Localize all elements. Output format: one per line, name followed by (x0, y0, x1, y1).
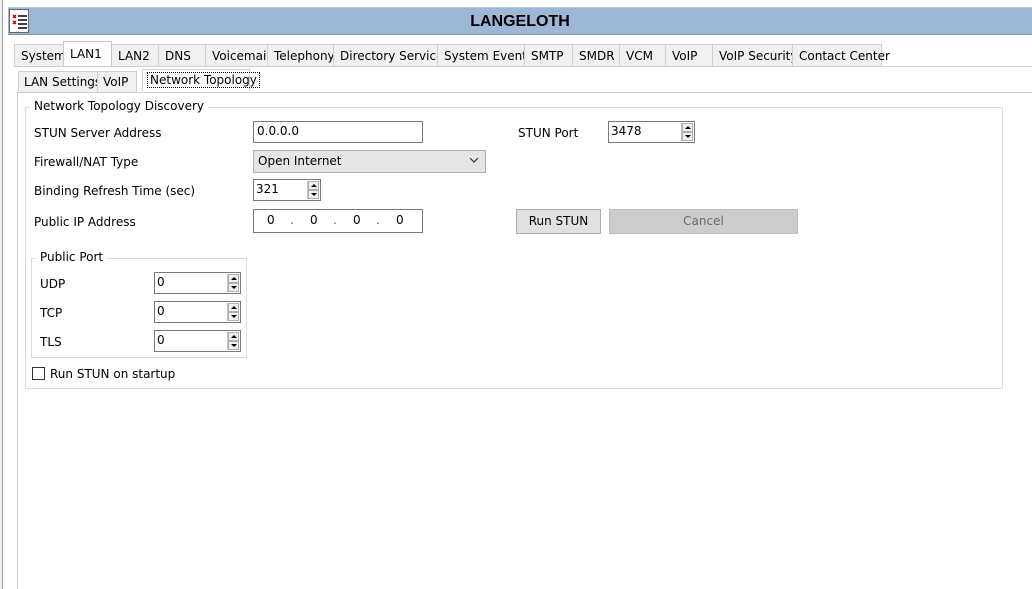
binding-refresh-label: Binding Refresh Time (sec) (34, 184, 196, 198)
tab-smtp[interactable]: SMTP (524, 44, 573, 66)
stun-server-label: STUN Server Address (34, 126, 162, 140)
subtab-lan-settings[interactable]: LAN Settings (18, 71, 101, 92)
udp-port-arrows (227, 274, 239, 292)
firewall-nat-select[interactable]: Open Internet (253, 150, 486, 173)
tab-telephony[interactable]: Telephony (267, 44, 335, 66)
chevron-down-icon (469, 157, 479, 163)
binding-refresh-stepper[interactable]: 321 (253, 179, 321, 201)
tab-smdr[interactable]: SMDR (572, 44, 620, 66)
public-port-legend: Public Port (36, 250, 108, 264)
binding-refresh-down-icon[interactable] (308, 190, 319, 199)
tab-dns[interactable]: DNS (158, 44, 206, 66)
ip-separator: . (376, 213, 380, 227)
subtab-network-topology-label: Network Topology (147, 72, 260, 88)
sub-tab-bar: LAN Settings VoIP Network Topology (18, 69, 260, 93)
tcp-port-arrows (227, 303, 239, 321)
sub-tab-divider (17, 92, 1032, 93)
firewall-nat-value: Open Internet (258, 154, 342, 168)
stun-port-down-icon[interactable] (682, 132, 693, 141)
tls-port-stepper[interactable]: 0 (154, 330, 241, 352)
binding-refresh-value: 321 (256, 182, 279, 196)
cancel-button[interactable]: Cancel (609, 209, 798, 234)
tab-contact-center[interactable]: Contact Center (792, 44, 890, 66)
window-left-border (2, 0, 3, 589)
tab-lan2[interactable]: LAN2 (111, 44, 159, 66)
stun-port-label: STUN Port (518, 126, 579, 140)
ip-octet-1[interactable]: 0 (267, 213, 275, 227)
tls-port-up-icon[interactable] (228, 332, 239, 341)
udp-port-down-icon[interactable] (228, 283, 239, 292)
tls-port-arrows (227, 332, 239, 350)
run-stun-startup-checkbox[interactable] (32, 367, 45, 380)
binding-refresh-arrows (307, 181, 319, 199)
stun-port-value: 3478 (611, 124, 642, 138)
group-legend: Network Topology Discovery (30, 99, 209, 113)
public-ip-label: Public IP Address (34, 215, 136, 229)
tcp-port-value: 0 (157, 304, 165, 318)
tab-system[interactable]: System (14, 44, 66, 66)
stun-server-input[interactable]: 0.0.0.0 (253, 121, 423, 143)
main-tab-bar: System LAN1 LAN2 DNS Voicemail Telephony… (14, 41, 890, 66)
udp-label: UDP (40, 277, 66, 291)
tab-voicemail[interactable]: Voicemail (205, 44, 270, 66)
tab-vcm[interactable]: VCM (619, 44, 666, 66)
run-stun-button[interactable]: Run STUN (516, 209, 601, 234)
binding-refresh-up-icon[interactable] (308, 181, 319, 190)
menu-list-icon[interactable] (9, 9, 29, 33)
tab-voip[interactable]: VoIP (665, 44, 713, 66)
tcp-port-up-icon[interactable] (228, 303, 239, 312)
stun-port-arrows (681, 123, 693, 141)
public-ip-input[interactable]: 0 . 0 . 0 . 0 (253, 209, 423, 233)
ip-octet-2[interactable]: 0 (310, 213, 318, 227)
tab-directory-services[interactable]: Directory Services (333, 44, 450, 66)
tls-label: TLS (40, 335, 62, 349)
tab-lan1[interactable]: LAN1 (63, 41, 112, 65)
ip-separator: . (290, 213, 294, 227)
ip-octet-3[interactable]: 0 (353, 213, 361, 227)
tls-port-down-icon[interactable] (228, 341, 239, 350)
tcp-port-down-icon[interactable] (228, 312, 239, 321)
subtab-voip[interactable]: VoIP (97, 71, 137, 92)
ip-separator: . (333, 213, 337, 227)
title-bar: LANGELOTH (8, 7, 1032, 35)
stun-port-stepper[interactable]: 3478 (608, 121, 695, 143)
udp-port-value: 0 (157, 275, 165, 289)
udp-port-stepper[interactable]: 0 (154, 272, 241, 294)
stun-port-up-icon[interactable] (682, 123, 693, 132)
tcp-label: TCP (40, 306, 63, 320)
ip-octet-4[interactable]: 0 (396, 213, 404, 227)
udp-port-up-icon[interactable] (228, 274, 239, 283)
window-title: LANGELOTH (470, 13, 570, 30)
tab-voip-security[interactable]: VoIP Security (712, 44, 798, 66)
tab-bar-divider (14, 66, 1032, 67)
subtab-network-topology[interactable]: Network Topology (142, 69, 260, 91)
tab-system-events[interactable]: System Events (437, 44, 533, 66)
tcp-port-stepper[interactable]: 0 (154, 301, 241, 323)
firewall-nat-label: Firewall/NAT Type (34, 155, 139, 169)
content-left-border (17, 92, 18, 589)
run-stun-startup-label[interactable]: Run STUN on startup (50, 367, 175, 381)
tls-port-value: 0 (157, 333, 165, 347)
